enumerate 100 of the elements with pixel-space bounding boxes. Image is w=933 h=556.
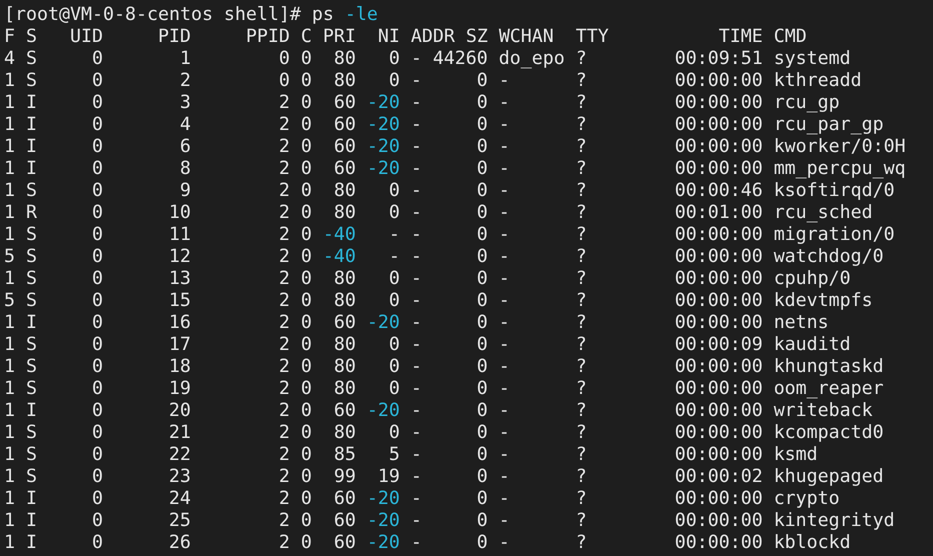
table-cell: 0: [388, 378, 400, 400]
table-cell: 2: [278, 114, 290, 136]
table-cell: 0: [476, 268, 488, 290]
table-cell: S: [26, 48, 37, 70]
table-cell: 1: [4, 378, 15, 400]
table-cell: -: [498, 70, 510, 92]
table-cell: ?: [576, 114, 587, 136]
table-cell: rcu_sched: [774, 202, 873, 224]
table-cell: -: [498, 158, 510, 180]
table-cell: 0: [92, 422, 103, 444]
table-cell: 0: [300, 290, 312, 312]
table-cell: 85: [334, 444, 356, 466]
table-cell: -: [410, 532, 422, 554]
table-cell: 00:00:00: [674, 136, 763, 158]
table-cell: -: [410, 180, 422, 202]
table-cell: 00:00:00: [674, 92, 763, 114]
table-cell: I: [26, 400, 37, 422]
table-cell: 2: [278, 180, 290, 202]
table-cell: ?: [576, 444, 587, 466]
table-cell: 2: [278, 290, 290, 312]
table-cell: 00:00:00: [674, 114, 763, 136]
table-cell: mm_percpu_wq: [774, 158, 906, 180]
table-cell: 0: [388, 48, 400, 70]
table-cell: 0: [300, 378, 312, 400]
table-cell: 0: [92, 246, 103, 268]
table-cell: 4: [180, 114, 191, 136]
table-cell: 5: [4, 246, 15, 268]
table-cell: ?: [576, 202, 587, 224]
table-cell: 2: [278, 158, 290, 180]
table-cell: 3: [180, 92, 191, 114]
table-cell: 18: [168, 356, 191, 378]
table-cell: kauditd: [774, 334, 851, 356]
table-cell: ?: [576, 378, 587, 400]
table-cell: -: [410, 48, 422, 70]
table-cell: 60: [334, 136, 356, 158]
table-cell: -20: [366, 158, 400, 180]
table-cell: -: [410, 92, 422, 114]
table-cell: S: [26, 444, 37, 466]
table-cell: S: [26, 466, 37, 488]
table-cell: 00:00:00: [674, 532, 763, 554]
table-cell: 23: [168, 466, 191, 488]
table-cell: ?: [576, 356, 587, 378]
table-cell: 00:00:00: [674, 422, 763, 444]
table-cell: -20: [366, 92, 400, 114]
table-cell: 6: [180, 136, 191, 158]
table-cell: 2: [278, 312, 290, 334]
table-cell: -: [410, 466, 422, 488]
table-cell: -: [410, 136, 422, 158]
table-cell: 0: [300, 136, 312, 158]
table-cell: ?: [576, 48, 587, 70]
table-cell: 0: [92, 488, 103, 510]
column-header: ADDR: [410, 26, 455, 48]
table-cell: 1: [4, 114, 15, 136]
table-cell: netns: [774, 312, 829, 334]
table-cell: 2: [180, 70, 191, 92]
table-cell: 0: [388, 268, 400, 290]
table-cell: 0: [476, 92, 488, 114]
table-cell: 00:00:00: [674, 224, 763, 246]
table-cell: 0: [300, 180, 312, 202]
table-cell: 80: [334, 202, 356, 224]
column-header: C: [300, 26, 312, 48]
table-cell: -20: [366, 510, 400, 532]
table-cell: ?: [576, 334, 587, 356]
table-cell: 0: [92, 70, 103, 92]
table-cell: 11: [168, 224, 191, 246]
table-cell: 0: [476, 202, 488, 224]
table-cell: S: [26, 334, 37, 356]
table-cell: 60: [334, 312, 356, 334]
table-cell: 4: [4, 48, 15, 70]
table-cell: -: [498, 180, 510, 202]
table-cell: S: [26, 290, 37, 312]
table-cell: 0: [476, 290, 488, 312]
table-cell: 0: [92, 290, 103, 312]
table-cell: 0: [388, 202, 400, 224]
table-cell: 00:00:00: [674, 246, 763, 268]
table-cell: 0: [300, 510, 312, 532]
table-cell: 00:00:09: [674, 334, 763, 356]
table-cell: -: [410, 488, 422, 510]
table-cell: 0: [300, 444, 312, 466]
table-cell: ?: [576, 510, 587, 532]
table-cell: 0: [476, 246, 488, 268]
table-cell: 0: [92, 114, 103, 136]
table-cell: crypto: [774, 488, 840, 510]
table-cell: 00:00:00: [674, 488, 763, 510]
table-cell: 80: [334, 268, 356, 290]
table-cell: 0: [476, 70, 488, 92]
table-cell: 1: [4, 444, 15, 466]
table-cell: I: [26, 510, 37, 532]
table-cell: 44260: [432, 48, 488, 70]
table-cell: writeback: [774, 400, 873, 422]
table-cell: -: [498, 378, 510, 400]
table-cell: 99: [334, 466, 356, 488]
table-cell: 1: [4, 312, 15, 334]
table-cell: ksoftirqd/0: [774, 180, 895, 202]
table-cell: 0: [92, 158, 103, 180]
column-header: TTY: [576, 26, 609, 48]
table-cell: 0: [388, 180, 400, 202]
table-cell: cpuhp/0: [774, 268, 851, 290]
shell-prompt: [root@VM-0-8-centos shell]#: [4, 4, 301, 25]
table-cell: ?: [576, 92, 587, 114]
